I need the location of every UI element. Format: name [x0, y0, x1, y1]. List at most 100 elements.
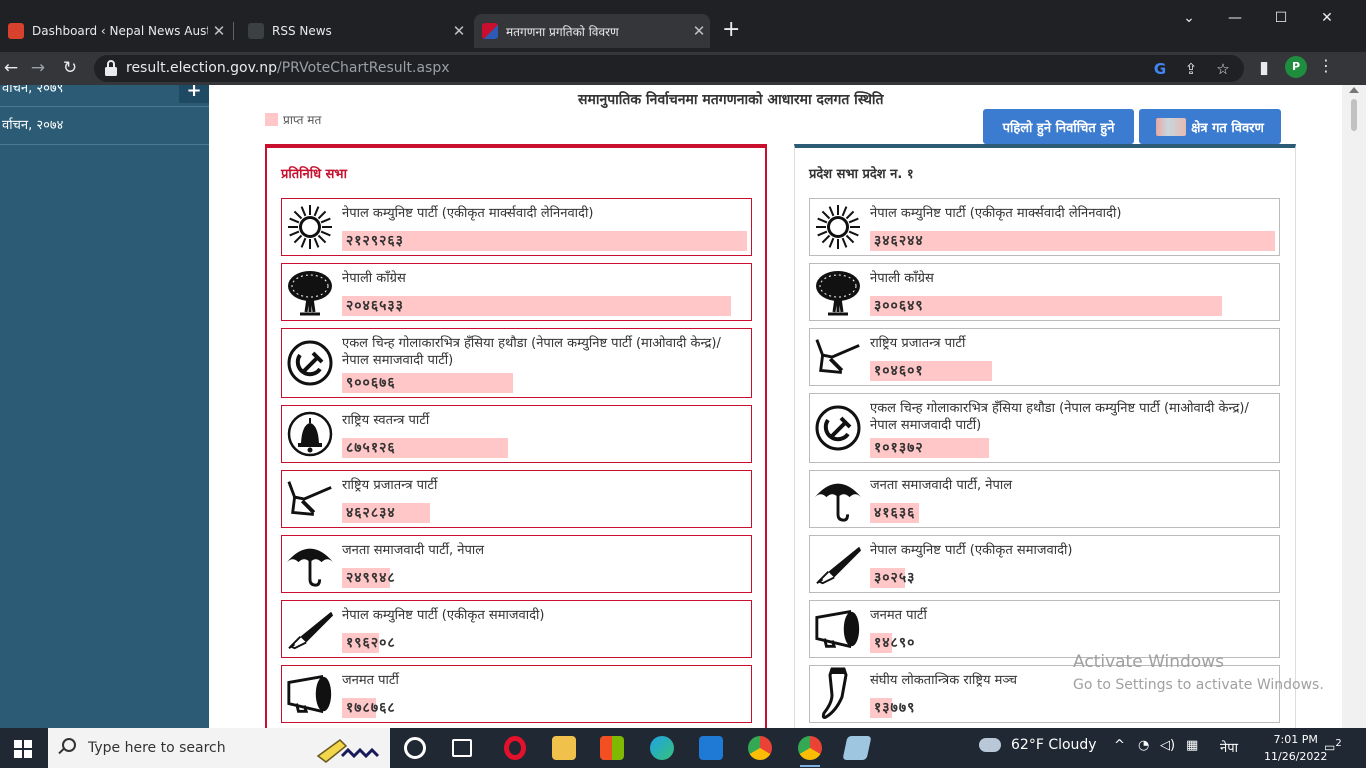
- side-panel-icon[interactable]: ▮: [1253, 57, 1275, 79]
- notification-count: 2: [1335, 738, 1342, 749]
- tab-rss-news[interactable]: RSS News ✕: [240, 14, 470, 48]
- file-explorer-icon[interactable]: [552, 736, 576, 760]
- expand-plus-icon[interactable]: +: [179, 85, 209, 103]
- profile-avatar[interactable]: P: [1285, 56, 1307, 78]
- site-favicon-icon: [248, 23, 264, 39]
- sidebar-item-election-2079[interactable]: र्वाचन, २०७९ +: [0, 85, 209, 107]
- forward-button[interactable]: →: [27, 57, 49, 79]
- legend-swatch: [265, 113, 278, 126]
- scrollbar-thumb[interactable]: [1351, 99, 1357, 131]
- tab-vote-count-progress[interactable]: मतगणना प्रगतिको विवरण ✕: [474, 14, 710, 48]
- chrome-icon[interactable]: [748, 736, 772, 760]
- url-text[interactable]: result.election.gov.np/PRVoteChartResult…: [126, 60, 450, 76]
- bookmark-star-icon[interactable]: ☆: [1212, 58, 1234, 80]
- bell-icon: [285, 409, 335, 459]
- tab-title: मतगणना प्रगतिको विवरण: [506, 24, 619, 39]
- close-tab-icon[interactable]: ✕: [688, 22, 710, 40]
- google-translate-icon[interactable]: G: [1149, 58, 1171, 80]
- vote-count: १०४६०१: [874, 363, 924, 379]
- page-scrollbar[interactable]: [1342, 85, 1366, 728]
- url-domain: result.election.gov.np: [126, 60, 277, 76]
- cloud-icon: [979, 738, 1001, 752]
- megaphone-icon: [285, 669, 335, 719]
- show-hidden-icons[interactable]: ^: [1114, 738, 1125, 753]
- taskbar-clock[interactable]: 7:01 PM 11/26/2022: [1264, 731, 1327, 765]
- party-name: जनमत पार्टी: [870, 608, 927, 623]
- close-tab-icon[interactable]: ✕: [448, 22, 470, 40]
- vote-count: २०४६५३३: [346, 298, 404, 314]
- windows-start-icon[interactable]: [14, 740, 32, 758]
- pinned-app-icon[interactable]: [842, 736, 872, 760]
- provincial-assembly-panel: प्रदेश सभा प्रदेश न. १ नेपाल कम्युनिष्ट …: [794, 144, 1296, 728]
- taskbar-search-box[interactable]: Type here to search: [48, 728, 390, 768]
- lock-icon[interactable]: [104, 59, 118, 77]
- party-row: राष्ट्रिय प्रजातन्त्र पार्टी ४६२८३४: [281, 470, 752, 528]
- party-row: जनमत पार्टी १७८७६८: [281, 665, 752, 723]
- opera-icon[interactable]: [504, 736, 526, 760]
- tab-dashboard[interactable]: Dashboard ‹ Nepal News Australi ✕: [0, 14, 230, 48]
- vote-count: ३४६२४४: [874, 233, 924, 249]
- vote-count: ८७५१२६: [346, 440, 396, 456]
- maximize-button[interactable]: ☐: [1269, 10, 1293, 30]
- party-name: राष्ट्रिय प्रजातन्त्र पार्टी: [342, 478, 438, 493]
- site-favicon-icon: [8, 23, 24, 39]
- weather-text: 62°F Cloudy: [1011, 737, 1097, 753]
- tab-title: RSS News: [272, 24, 332, 38]
- back-button[interactable]: ←: [0, 57, 22, 79]
- nepal-map-icon: [1156, 117, 1187, 136]
- mail-icon[interactable]: [699, 736, 723, 760]
- party-name: जनता समाजवादी पार्टी, नेपाल: [870, 478, 1013, 493]
- sidebar-item-election-2074[interactable]: र्वाचन, २०७४: [0, 107, 209, 145]
- browser-menu-icon[interactable]: ⋮: [1318, 56, 1334, 75]
- activate-windows-watermark: Activate Windows Go to Settings to activ…: [1073, 651, 1324, 697]
- network-icon[interactable]: ◔: [1138, 738, 1149, 753]
- party-row: नेपाल कम्युनिष्ट पार्टी (एकीकृत समाजवादी…: [281, 600, 752, 658]
- microsoft-store-icon[interactable]: [600, 736, 624, 760]
- input-language[interactable]: नेपा: [1220, 738, 1238, 756]
- windows-taskbar: Type here to search 62°F Cloudy ^ ◔ ◁) ▦…: [0, 728, 1366, 768]
- cortana-icon[interactable]: [404, 737, 426, 759]
- chart-legend: प्राप्त मत: [265, 111, 321, 128]
- weather-widget[interactable]: 62°F Cloudy: [979, 737, 1097, 753]
- browser-toolbar: ← → ↻ result.election.gov.np/PRVoteChart…: [0, 52, 1366, 85]
- vote-count: १३७७९: [874, 700, 916, 716]
- edge-icon[interactable]: [650, 736, 674, 760]
- page-viewport: र्वाचन, २०७९ + र्वाचन, २०७४ समानुपातिक न…: [0, 85, 1366, 728]
- party-row: एकल चिन्ह गोलाकारभित्र हँसिया हथौडा (नेप…: [809, 393, 1280, 463]
- chrome-profile-icon[interactable]: [798, 736, 822, 767]
- clock-date: 11/26/2022: [1264, 750, 1328, 763]
- horn-icon: [813, 667, 863, 719]
- task-view-icon[interactable]: [452, 739, 472, 757]
- new-tab-button[interactable]: +: [722, 19, 740, 41]
- reload-button[interactable]: ↻: [59, 57, 81, 79]
- notification-center-icon[interactable]: ▭2: [1324, 738, 1344, 758]
- address-bar[interactable]: result.election.gov.np/PRVoteChartResult…: [94, 55, 1244, 82]
- plough-icon: [285, 474, 335, 524]
- search-highlight-doodle-icon: [316, 739, 380, 763]
- umbrella-icon: [813, 474, 863, 524]
- party-row: एकल चिन्ह गोलाकारभित्र हँसिया हथौडा (नेप…: [281, 328, 752, 398]
- close-tab-icon[interactable]: ✕: [208, 22, 230, 40]
- vote-count: १०१३७२: [874, 440, 924, 456]
- party-row: नेपाली काँग्रेस २०४६५३३: [281, 263, 752, 321]
- close-window-button[interactable]: ✕: [1315, 10, 1339, 30]
- tab-search-icon[interactable]: ⌄: [1177, 10, 1201, 30]
- party-row: जनमत पार्टी १४८९०: [809, 600, 1280, 658]
- vote-count: ९००६७६: [346, 375, 396, 391]
- party-row: नेपाल कम्युनिष्ट पार्टी (एकीकृत मार्क्सव…: [809, 198, 1280, 256]
- party-row: जनता समाजवादी पार्टी, नेपाल २४९९४८: [281, 535, 752, 593]
- vote-count: १७८७६८: [346, 700, 396, 716]
- minimize-button[interactable]: —: [1223, 10, 1247, 30]
- volume-icon[interactable]: ◁): [1160, 738, 1175, 753]
- vote-count: ३०२५३: [874, 570, 916, 586]
- url-path: /PRVoteChartResult.aspx: [277, 60, 450, 76]
- share-icon[interactable]: ⇪: [1180, 58, 1202, 80]
- vote-count: २१२९२६३: [346, 233, 404, 249]
- keyboard-icon[interactable]: ▦: [1186, 738, 1198, 753]
- party-row: राष्ट्रिय प्रजातन्त्र पार्टी १०४६०१: [809, 328, 1280, 386]
- first-past-the-post-button[interactable]: पहिलो हुने निर्वाचित हुने: [983, 109, 1134, 144]
- party-name: नेपाली काँग्रेस: [342, 271, 406, 286]
- scroll-up-icon[interactable]: [1349, 87, 1359, 93]
- area-wise-details-button[interactable]: क्षेत्र गत विवरण: [1139, 109, 1281, 144]
- pen-icon: [285, 604, 335, 654]
